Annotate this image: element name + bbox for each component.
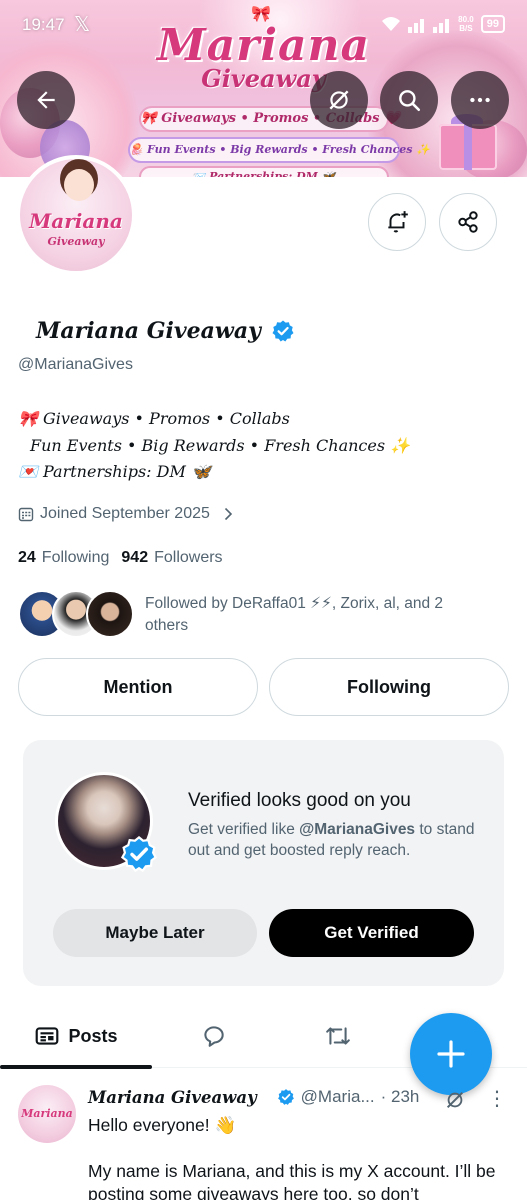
followed-by[interactable]: Followed by DeRaffa01 ⚡⚡, Zorix, al, and… bbox=[18, 590, 508, 638]
joined-text: Joined September 2025 bbox=[40, 505, 210, 522]
display-name: Mariana Giveaway bbox=[36, 318, 261, 344]
active-tab-indicator bbox=[0, 1065, 152, 1069]
bell-plus-icon bbox=[388, 211, 408, 233]
signal-icon bbox=[433, 15, 451, 33]
post-timestamp[interactable]: · 23h bbox=[381, 1087, 420, 1107]
banner-subtitle: Giveaway bbox=[201, 64, 326, 93]
tab-replies[interactable] bbox=[152, 1005, 276, 1067]
status-time: 19:47 bbox=[22, 15, 65, 34]
profile-handle: @MarianaGives bbox=[18, 356, 133, 373]
x-logo-icon: 𝕏 bbox=[74, 14, 91, 36]
followers-stat[interactable]: 942 Followers bbox=[121, 549, 222, 567]
card-description: Get verified like @MarianaGives to stand… bbox=[188, 819, 488, 861]
plus-icon bbox=[437, 1040, 465, 1068]
card-desc-prefix: Get verified like bbox=[188, 821, 300, 838]
share-icon bbox=[458, 211, 478, 233]
post-body: Hello everyone! 👋 My name is Mariana, an… bbox=[88, 1114, 513, 1200]
followers-label: Followers bbox=[154, 549, 223, 566]
followed-by-avatars bbox=[18, 590, 134, 638]
back-button[interactable] bbox=[17, 71, 75, 129]
wifi-icon bbox=[382, 17, 401, 31]
share-button[interactable] bbox=[439, 193, 497, 251]
post-author-avatar[interactable]: Mariana bbox=[18, 1085, 76, 1143]
following-button[interactable]: Following bbox=[269, 658, 509, 716]
reply-bubble-icon bbox=[204, 1026, 224, 1047]
posts-icon bbox=[36, 1027, 59, 1045]
avatar-subtitle: Giveaway bbox=[47, 235, 105, 248]
calendar-icon bbox=[18, 507, 34, 522]
following-label: Following bbox=[41, 549, 110, 566]
card-title: Verified looks good on you bbox=[188, 790, 411, 811]
more-options-button[interactable] bbox=[451, 71, 509, 129]
avatar-title: Mariana bbox=[29, 209, 123, 233]
bio-line: 💌 Partnerships: DM 🦋 bbox=[18, 462, 211, 481]
follow-stats: 24 Following 942 Followers bbox=[18, 549, 223, 567]
grok-icon[interactable] bbox=[444, 1089, 466, 1111]
post-author-name[interactable]: Mariana Giveaway bbox=[88, 1088, 257, 1107]
mention-button[interactable]: Mention bbox=[18, 658, 258, 716]
post-text-line: My name is Mariana, and this is my X acc… bbox=[88, 1161, 496, 1200]
avatar bbox=[86, 590, 134, 638]
bio-line: Fun Events • Big Rewards • Fresh Chances… bbox=[30, 435, 411, 455]
followers-count: 942 bbox=[121, 549, 149, 566]
post-avatar-text: Mariana bbox=[21, 1107, 73, 1120]
profile-bio: 🎀 Giveaways • Promos • Collabs Fun Event… bbox=[18, 406, 410, 486]
joined-date[interactable]: Joined September 2025 bbox=[18, 505, 236, 523]
avatar-character bbox=[64, 169, 94, 201]
profile-avatar[interactable]: Mariana Giveaway bbox=[16, 155, 136, 275]
maybe-later-button[interactable]: Maybe Later bbox=[53, 909, 257, 957]
grok-icon bbox=[329, 90, 349, 110]
compose-post-button[interactable] bbox=[410, 1013, 492, 1095]
following-count: 24 bbox=[18, 549, 36, 566]
verified-promo-card: Verified looks good on you Get verified … bbox=[23, 740, 504, 986]
verified-badge-icon bbox=[277, 1089, 294, 1105]
search-icon bbox=[399, 90, 421, 112]
status-indicators: 80.0 B/S 99 bbox=[381, 15, 505, 33]
tab-reposts[interactable] bbox=[276, 1005, 400, 1067]
card-avatar bbox=[55, 772, 158, 873]
net-speed-value: 80.0 bbox=[458, 15, 474, 24]
back-arrow-icon bbox=[37, 91, 55, 109]
card-desc-handle: @MarianaGives bbox=[299, 821, 416, 838]
net-speed-unit: B/S bbox=[459, 24, 473, 33]
followed-by-text: Followed by DeRaffa01 ⚡⚡, Zorix, al, and… bbox=[145, 595, 444, 634]
following-stat[interactable]: 24 Following bbox=[18, 549, 109, 567]
notifications-button[interactable] bbox=[368, 193, 426, 251]
grok-button[interactable] bbox=[310, 71, 368, 129]
battery-icon: 99 bbox=[480, 15, 505, 33]
network-speed: 80.0 B/S bbox=[458, 15, 474, 33]
bio-line: 🎀 Giveaways • Promos • Collabs bbox=[18, 409, 290, 428]
verified-badge-icon bbox=[120, 835, 158, 873]
get-verified-button[interactable]: Get Verified bbox=[269, 909, 474, 957]
banner-line-3: 📨 Partnerships: DM 🦋 bbox=[138, 166, 389, 177]
gift-box bbox=[439, 124, 497, 170]
verified-badge-icon[interactable] bbox=[271, 319, 295, 343]
status-bar: 19:47 𝕏 80.0 B/S 99 bbox=[0, 0, 527, 56]
chevron-right-icon bbox=[224, 507, 233, 521]
search-button[interactable] bbox=[380, 71, 438, 129]
repost-icon bbox=[326, 1027, 350, 1045]
banner-line-2: 🪼 Fun Events • Big Rewards • Fresh Chanc… bbox=[127, 137, 430, 163]
post-text-line: Hello everyone! 👋 bbox=[88, 1115, 237, 1135]
signal-icon bbox=[408, 15, 426, 33]
tab-posts-label: Posts bbox=[68, 1025, 118, 1046]
profile-name-row: Mariana Giveaway bbox=[36, 318, 295, 344]
post-more-options-icon[interactable]: ⋮ bbox=[487, 1088, 507, 1110]
more-dots-icon bbox=[470, 97, 490, 103]
post-author-handle[interactable]: @Maria... bbox=[301, 1087, 375, 1107]
tab-posts[interactable]: Posts bbox=[0, 1005, 152, 1067]
